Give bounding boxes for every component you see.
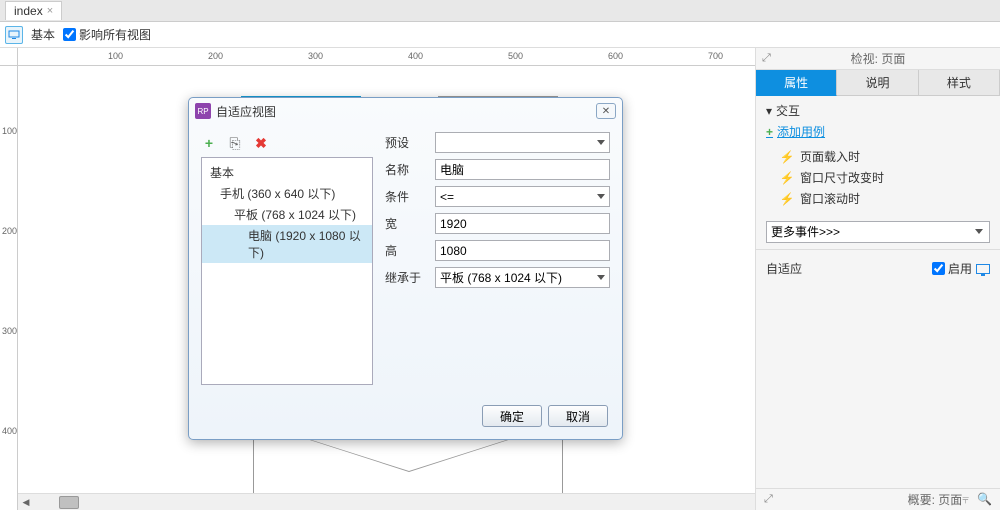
document-tab[interactable]: index × [5,1,62,20]
preset-select[interactable] [435,132,610,153]
device-view-icon[interactable] [5,26,23,44]
event-window-resize[interactable]: ⚡窗口尺寸改变时 [766,167,990,188]
tab-properties[interactable]: 属性 [756,70,837,96]
event-page-load[interactable]: ⚡页面载入时 [766,146,990,167]
add-case-link[interactable]: +添加用例 [766,123,990,140]
condition-label: 条件 [385,188,435,205]
search-icon[interactable]: 🔍 [977,492,992,507]
adaptive-views-dialog: RP 自适应视图 ✕ + ⎘ ✖ 基本 手机 (360 x 640 以下) 平板… [188,97,623,440]
interactions-header[interactable]: ▾交互 [766,102,990,119]
tab-notes[interactable]: 说明 [837,70,918,96]
outline-title: 概要: 页面 [908,491,963,508]
scroll-left-icon[interactable]: ◀ [18,494,34,510]
tree-root[interactable]: 基本 [202,162,372,183]
event-window-scroll[interactable]: ⚡窗口滚动时 [766,188,990,209]
enable-checkbox[interactable]: 启用 [932,260,972,277]
views-tree-panel: + ⎘ ✖ 基本 手机 (360 x 640 以下) 平板 (768 x 102… [201,132,373,385]
view-form: 预设 名称 条件 <= 宽 高 继承于 平板 (768 x 1024 以下) [385,132,610,385]
lightning-icon: ⚡ [780,171,794,185]
tree-item-phone[interactable]: 手机 (360 x 640 以下) [202,183,372,204]
dialog-title-text: 自适应视图 [216,103,276,120]
enable-input[interactable] [932,262,945,275]
ruler-corner [0,48,18,66]
ruler-horizontal: 100 200 300 400 500 600 700 800 [18,48,755,66]
pin-icon[interactable]: ⤢ [762,52,771,65]
affect-all-views-checkbox[interactable]: 影响所有视图 [63,26,151,43]
lightning-icon: ⚡ [780,192,794,206]
plus-icon: + [766,125,773,139]
tab-close-icon[interactable]: × [47,5,53,17]
inspector-tabs: 属性 说明 样式 [756,70,1000,96]
lightning-icon: ⚡ [780,150,794,164]
inspector-header: ⤢ 检视: 页面 [756,48,1000,70]
height-input[interactable] [435,240,610,261]
condition-select[interactable]: <= [435,186,610,207]
dialog-titlebar[interactable]: RP 自适应视图 ✕ [189,98,622,124]
name-input[interactable] [435,159,610,180]
outline-footer: ⤢ 概要: 页面 ⫧ 🔍 [756,488,1000,510]
add-view-button[interactable]: + [201,135,217,151]
ruler-vertical: 100 200 300 400 [0,66,18,510]
width-label: 宽 [385,215,435,232]
height-label: 高 [385,242,435,259]
more-events-row: 更多事件>>> [756,215,1000,249]
horizontal-scrollbar[interactable]: ◀ [18,493,755,510]
delete-view-button[interactable]: ✖ [253,135,269,151]
inspector-panel: ⤢ 检视: 页面 属性 说明 样式 ▾交互 +添加用例 ⚡页面载入时 ⚡窗口尺寸… [755,48,1000,510]
device-icon[interactable] [976,264,990,274]
width-input[interactable] [435,213,610,234]
adaptive-label: 自适应 [766,260,802,277]
tab-label: index [14,4,43,18]
document-tab-bar: index × [0,0,1000,22]
filter-icon[interactable]: ⫧ [962,492,969,507]
inherit-select[interactable]: 平板 (768 x 1024 以下) [435,267,610,288]
view-label[interactable]: 基本 [31,26,55,43]
tree-item-tablet[interactable]: 平板 (768 x 1024 以下) [202,204,372,225]
tree-toolbar: + ⎘ ✖ [201,132,373,157]
app-icon: RP [195,103,211,119]
tree-item-desktop[interactable]: 电脑 (1920 x 1080 以下) [202,225,372,263]
affect-all-views-label: 影响所有视图 [79,26,151,43]
affect-all-views-input[interactable] [63,28,76,41]
dialog-close-button[interactable]: ✕ [596,103,616,119]
preset-label: 预设 [385,134,435,151]
pin-icon[interactable]: ⤢ [764,493,773,506]
inspector-title: 检视: 页面 [851,50,906,67]
views-tree[interactable]: 基本 手机 (360 x 640 以下) 平板 (768 x 1024 以下) … [201,157,373,385]
ok-button[interactable]: 确定 [482,405,542,427]
interactions-section: ▾交互 +添加用例 ⚡页面载入时 ⚡窗口尺寸改变时 ⚡窗口滚动时 [756,96,1000,215]
view-toolbar: 基本 影响所有视图 [0,22,1000,48]
cancel-button[interactable]: 取消 [548,405,608,427]
duplicate-view-button[interactable]: ⎘ [227,135,243,151]
name-label: 名称 [385,161,435,178]
tab-style[interactable]: 样式 [919,70,1000,96]
scrollbar-thumb[interactable] [59,496,79,509]
adaptive-row: 自适应 启用 [756,249,1000,287]
more-events-select[interactable]: 更多事件>>> [766,221,990,243]
inherit-label: 继承于 [385,269,435,286]
dialog-footer: 确定 取消 [189,397,622,439]
